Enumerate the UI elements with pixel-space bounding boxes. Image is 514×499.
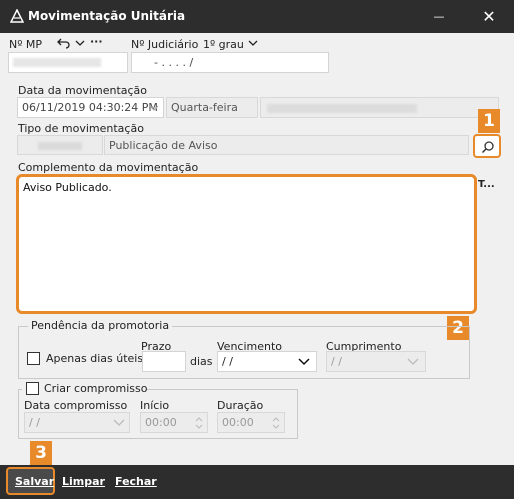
annotation-badge-1: 1 [478, 109, 500, 133]
footer-bar: Salvar Limpar Fechar [0, 465, 514, 499]
close-button[interactable]: ✕ [478, 6, 500, 28]
data-compromisso-field: / / [24, 412, 130, 433]
form-content: Nº MP ··· Nº Judiciário 1º grau - . . . … [0, 33, 514, 465]
nr-judiciario-field[interactable]: - . . . . / [131, 52, 329, 73]
weekday-field: Quarta-feira [166, 97, 258, 118]
tipo-code-field [17, 135, 103, 155]
inicio-field: 00:00 [140, 412, 208, 433]
date-chevron-icon[interactable] [149, 105, 159, 112]
np-mp-field[interactable] [8, 52, 128, 73]
data-compromisso-chevron-icon [113, 419, 125, 426]
limpar-button[interactable]: Limpar [62, 475, 105, 488]
title-bar: Movimentação Unitária — ✕ [0, 0, 514, 33]
salvar-button[interactable]: Salvar [15, 475, 54, 488]
complemento-textarea[interactable]: Aviso Publicado. [16, 174, 477, 314]
vencimento-value: / / [222, 355, 233, 368]
overflow-marker: T... [478, 179, 495, 190]
redacted-value [13, 58, 101, 67]
grau-selector[interactable]: 1º grau [203, 38, 244, 51]
dias-label: dias [190, 355, 213, 368]
data-extra-field [260, 97, 499, 118]
fechar-button[interactable]: Fechar [115, 475, 157, 488]
undo-icon[interactable] [57, 37, 71, 49]
complemento-label: Complemento da movimentação [18, 161, 199, 174]
duracao-field: 00:00 [217, 412, 285, 433]
app-logo-icon [10, 9, 24, 23]
tipo-value: Publicação de Aviso [109, 139, 218, 152]
data-label: Data da movimentação [18, 84, 148, 97]
weekday-value: Quarta-feira [171, 101, 238, 114]
cumprimento-value: / / [331, 355, 342, 368]
data-field[interactable]: 06/11/2019 04:30:24 PM [17, 97, 164, 118]
window-title: Movimentação Unitária [28, 9, 186, 23]
duracao-value: 00:00 [222, 416, 254, 429]
complemento-value: Aviso Publicado. [23, 181, 112, 194]
apenas-dias-uteis-label[interactable]: Apenas dias úteis? [46, 352, 149, 365]
tipo-search-button[interactable] [473, 134, 501, 158]
minimize-button[interactable]: — [428, 6, 450, 28]
inicio-spinner-icon [195, 417, 203, 429]
tipo-label: Tipo de movimentação [18, 122, 144, 135]
redacted-extra [267, 104, 417, 113]
cumprimento-chevron-icon [407, 358, 419, 365]
duracao-spinner-icon [272, 417, 280, 429]
nr-judiciario-label: Nº Judiciário [131, 38, 199, 51]
tipo-field: Publicação de Aviso [104, 135, 469, 155]
chevron-down-icon[interactable] [75, 39, 85, 47]
search-icon [481, 141, 494, 154]
criar-compromisso-label[interactable]: Criar compromisso [44, 382, 147, 395]
np-mp-label: Nº MP [9, 38, 43, 51]
grau-chevron-icon[interactable] [248, 39, 258, 47]
vencimento-field[interactable]: / / [217, 351, 317, 372]
data-value: 06/11/2019 04:30:24 PM [22, 101, 158, 114]
annotation-badge-3: 3 [30, 441, 52, 465]
inicio-label: Início [140, 399, 170, 412]
data-compromisso-value: / / [29, 416, 40, 429]
data-compromisso-label: Data compromisso [24, 399, 128, 412]
vencimento-chevron-icon[interactable] [298, 358, 310, 366]
criar-compromisso-checkbox[interactable] [26, 382, 39, 395]
prazo-input[interactable] [142, 351, 186, 372]
redacted-code [38, 142, 82, 150]
inicio-value: 00:00 [145, 416, 177, 429]
duracao-label: Duração [217, 399, 264, 412]
cumprimento-field: / / [326, 351, 426, 372]
nr-judiciario-value: - . . . . / [154, 56, 194, 69]
pendencia-title: Pendência da promotoria [28, 319, 173, 332]
apenas-dias-uteis-checkbox[interactable] [27, 352, 40, 365]
more-options-button[interactable]: ··· [90, 35, 103, 48]
